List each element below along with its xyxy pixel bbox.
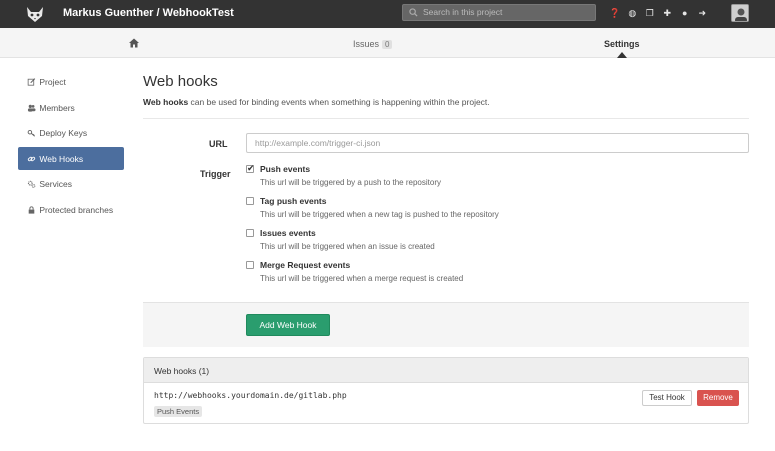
web-hooks-panel: Web hooks (1) http://webhooks.yourdomain… bbox=[143, 357, 749, 424]
hook-event-tag: Push Events bbox=[154, 406, 203, 417]
sidebar-item-project[interactable]: Project bbox=[18, 70, 124, 93]
hook-url: http://webhooks.yourdomain.de/gitlab.php bbox=[154, 391, 347, 400]
search-input[interactable]: Search in this project bbox=[402, 4, 596, 21]
sidebar-item-label: Protected branches bbox=[39, 204, 114, 215]
tab-settings[interactable]: Settings bbox=[604, 39, 640, 49]
search-icon bbox=[409, 8, 418, 17]
sidebar-item-label: Project bbox=[39, 77, 66, 87]
test-hook-button[interactable]: Test Hook bbox=[642, 390, 692, 406]
sidebar-item-label: Services bbox=[39, 179, 72, 190]
trigger-desc: This url will be triggered when a merge … bbox=[260, 274, 464, 283]
user-icon[interactable]: ● bbox=[676, 7, 694, 19]
sidebar-item-protected-branches[interactable]: Protected branches bbox=[18, 198, 124, 221]
push-events-checkbox[interactable] bbox=[246, 163, 255, 174]
globe-icon[interactable]: ◍ bbox=[624, 7, 642, 19]
trigger-desc: This url will be triggered when a new ta… bbox=[260, 210, 499, 219]
cogs-icon bbox=[27, 181, 36, 189]
plus-icon[interactable]: ✚ bbox=[659, 7, 677, 19]
gitlab-logo-icon[interactable] bbox=[25, 4, 45, 24]
web-hooks-heading: Web hooks (1) bbox=[144, 358, 748, 383]
url-input[interactable]: http://example.com/trigger-ci.json bbox=[246, 133, 749, 153]
remove-hook-button[interactable]: Remove bbox=[697, 390, 739, 406]
trigger-name: Merge Request events bbox=[260, 260, 351, 270]
merge-request-events-checkbox[interactable] bbox=[246, 261, 254, 269]
url-placeholder: http://example.com/trigger-ci.json bbox=[255, 138, 381, 148]
tab-issues-label: Issues bbox=[353, 39, 380, 49]
issues-count-badge: 0 bbox=[382, 40, 393, 49]
trigger-name: Push events bbox=[260, 164, 311, 174]
lock-icon bbox=[28, 206, 35, 214]
trigger-name: Issues events bbox=[260, 228, 316, 238]
key-icon bbox=[27, 130, 36, 137]
settings-sidebar: Project Members Deploy Keys Web Hooks Se… bbox=[18, 70, 124, 224]
url-label: URL bbox=[209, 139, 228, 149]
edit-icon bbox=[27, 78, 36, 86]
tab-issues[interactable]: Issues 0 bbox=[353, 39, 393, 49]
tag-push-events-checkbox[interactable] bbox=[246, 197, 254, 205]
divider bbox=[143, 118, 749, 119]
avatar-image-icon bbox=[732, 5, 748, 21]
page-description: Web hooks can be used for binding events… bbox=[143, 97, 490, 107]
copy-icon[interactable]: ❐ bbox=[641, 7, 659, 19]
trigger-desc: This url will be triggered when an issue… bbox=[260, 242, 435, 251]
home-icon[interactable] bbox=[129, 38, 139, 48]
sidebar-item-deploy-keys[interactable]: Deploy Keys bbox=[18, 121, 124, 144]
sidebar-item-services[interactable]: Services bbox=[18, 172, 124, 195]
help-icon[interactable]: ❓ bbox=[606, 7, 624, 19]
sidebar-item-label: Members bbox=[39, 102, 75, 113]
avatar[interactable] bbox=[731, 4, 749, 22]
trigger-label: Trigger bbox=[200, 169, 231, 179]
top-navbar: Markus Guenther / WebhookTest Search in … bbox=[0, 0, 775, 28]
sidebar-item-label: Deploy Keys bbox=[39, 128, 88, 139]
add-web-hook-button[interactable]: Add Web Hook bbox=[246, 314, 330, 336]
description-strong: Web hooks bbox=[143, 97, 189, 107]
form-actions: Add Web Hook bbox=[143, 302, 749, 347]
trigger-name: Tag push events bbox=[260, 196, 327, 206]
sidebar-item-web-hooks[interactable]: Web Hooks bbox=[18, 146, 124, 170]
page-title: Web hooks bbox=[143, 73, 218, 90]
trigger-desc: This url will be triggered by a push to … bbox=[260, 178, 441, 187]
active-tab-indicator bbox=[617, 52, 627, 58]
users-icon bbox=[27, 104, 36, 112]
search-placeholder: Search in this project bbox=[423, 7, 503, 17]
project-title[interactable]: Markus Guenther / WebhookTest bbox=[63, 7, 234, 19]
link-icon bbox=[27, 156, 36, 161]
sidebar-item-members[interactable]: Members bbox=[18, 96, 124, 119]
project-nav: Issues 0 Settings bbox=[0, 28, 775, 58]
issues-events-checkbox[interactable] bbox=[246, 229, 254, 237]
sidebar-item-label: Web Hooks bbox=[39, 153, 84, 164]
description-text: can be used for binding events when some… bbox=[188, 97, 490, 107]
logout-icon[interactable]: ➜ bbox=[694, 7, 712, 19]
